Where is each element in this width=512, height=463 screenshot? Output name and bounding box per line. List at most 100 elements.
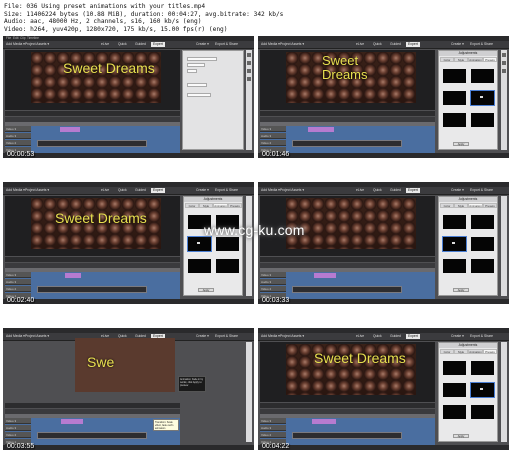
video-clip[interactable] (292, 140, 402, 147)
add-media-button[interactable]: Add Media ▾ (6, 188, 25, 193)
export-share-button[interactable]: Export & Share (470, 188, 493, 193)
mode-expert[interactable]: Expert (151, 42, 165, 47)
preset-thumbnail[interactable] (443, 405, 466, 419)
mode-guided[interactable]: Guided (388, 188, 403, 193)
add-media-button[interactable]: Add Media ▾ (261, 42, 280, 47)
video-clip[interactable] (292, 286, 402, 293)
preset-thumbnail[interactable] (443, 259, 466, 273)
tool-icon[interactable] (502, 53, 506, 57)
tool-icon[interactable] (502, 61, 506, 65)
mode-elive[interactable]: eLive (99, 42, 111, 47)
create-button[interactable]: Create ▾ (196, 188, 209, 193)
preset-thumbnail[interactable] (471, 259, 494, 273)
preset-thumbnail[interactable] (471, 361, 494, 375)
mode-quick[interactable]: Quick (116, 188, 129, 193)
mode-quick[interactable]: Quick (371, 334, 384, 339)
tab-presets[interactable]: Presets (483, 203, 497, 208)
export-share-button[interactable]: Export & Share (215, 188, 238, 193)
video-clip[interactable] (37, 286, 147, 293)
project-assets-button[interactable]: Project Assets ▾ (25, 334, 49, 339)
add-media-button[interactable]: Add Media ▾ (6, 334, 25, 339)
tab-color[interactable]: Color (185, 203, 199, 208)
mode-guided[interactable]: Guided (133, 188, 148, 193)
project-assets-button[interactable]: Project Assets ▾ (280, 334, 304, 339)
mode-elive[interactable]: eLive (354, 334, 366, 339)
add-media-button[interactable]: Add Media ▾ (261, 188, 280, 193)
preset-thumbnail[interactable] (443, 113, 466, 127)
mode-elive[interactable]: eLive (99, 188, 111, 193)
preset-thumbnail[interactable] (443, 91, 466, 105)
video-clip[interactable] (37, 140, 147, 147)
preset-thumbnail[interactable] (443, 361, 466, 375)
apply-button[interactable]: Apply (198, 288, 214, 292)
tool-icon[interactable] (247, 53, 251, 57)
apply-button[interactable]: Apply (453, 288, 469, 292)
mode-expert[interactable]: Expert (151, 188, 165, 193)
leading-field[interactable] (187, 93, 211, 97)
mode-expert[interactable]: Expert (406, 42, 420, 47)
preset-thumbnail[interactable] (471, 405, 494, 419)
preset-thumbnail[interactable] (470, 382, 495, 398)
preset-thumbnail[interactable] (443, 69, 466, 83)
tab-animation[interactable]: Animation (468, 57, 483, 62)
preset-thumbnail[interactable] (188, 259, 211, 273)
preset-thumbnail[interactable] (442, 236, 467, 252)
preset-thumbnail[interactable] (443, 215, 466, 229)
create-button[interactable]: Create ▾ (451, 188, 464, 193)
mode-quick[interactable]: Quick (371, 188, 384, 193)
project-assets-button[interactable]: Project Assets ▾ (25, 188, 49, 193)
preset-thumbnail[interactable] (471, 215, 494, 229)
mode-quick[interactable]: Quick (116, 42, 129, 47)
export-share-button[interactable]: Export & Share (215, 334, 238, 339)
title-clip[interactable] (60, 127, 80, 132)
preset-thumbnail[interactable] (216, 259, 239, 273)
transport-controls[interactable] (260, 403, 435, 408)
preset-thumbnail[interactable] (443, 383, 466, 397)
project-assets-button[interactable]: Project Assets ▾ (280, 42, 304, 47)
font-field[interactable] (187, 57, 217, 61)
create-button[interactable]: Create ▾ (196, 42, 209, 47)
add-media-button[interactable]: Add Media ▾ (6, 42, 25, 47)
tab-animation[interactable]: Animation (213, 203, 228, 208)
tab-presets[interactable]: Presets (483, 349, 497, 354)
export-share-button[interactable]: Export & Share (215, 42, 238, 47)
tab-color[interactable]: Color (440, 57, 454, 62)
title-clip[interactable] (61, 419, 83, 424)
mode-elive[interactable]: eLive (354, 42, 366, 47)
tab-color[interactable]: Color (440, 203, 454, 208)
create-button[interactable]: Create ▾ (451, 42, 464, 47)
preset-thumbnail[interactable] (471, 237, 494, 251)
title-clip[interactable] (314, 273, 336, 278)
mode-expert[interactable]: Expert (406, 334, 420, 339)
transport-controls[interactable] (5, 403, 180, 408)
video-clip[interactable] (37, 432, 147, 439)
tab-style[interactable]: Style (454, 349, 468, 354)
tab-animation[interactable]: Animation (468, 349, 483, 354)
mode-guided[interactable]: Guided (388, 334, 403, 339)
tab-presets[interactable]: Presets (228, 203, 242, 208)
export-share-button[interactable]: Export & Share (470, 334, 493, 339)
alignment-field[interactable] (187, 83, 207, 87)
tab-presets[interactable]: Presets (483, 57, 497, 62)
tab-animation[interactable]: Animation (468, 203, 483, 208)
title-clip[interactable] (65, 273, 81, 278)
preset-thumbnail[interactable] (216, 237, 239, 251)
size-field[interactable] (187, 69, 197, 73)
apply-button[interactable]: Apply (453, 434, 469, 438)
create-button[interactable]: Create ▾ (451, 334, 464, 339)
mode-guided[interactable]: Guided (133, 42, 148, 47)
tab-style[interactable]: Style (454, 57, 468, 62)
create-button[interactable]: Create ▾ (196, 334, 209, 339)
tool-icon[interactable] (247, 69, 251, 73)
transport-controls[interactable] (5, 257, 180, 262)
tab-color[interactable]: Color (440, 349, 454, 354)
title-clip[interactable] (308, 127, 334, 132)
add-media-button[interactable]: Add Media ▾ (261, 334, 280, 339)
style-field[interactable] (187, 63, 205, 67)
tab-style[interactable]: Style (454, 203, 468, 208)
apply-button[interactable]: Apply (453, 142, 469, 146)
tool-icon[interactable] (502, 69, 506, 73)
preset-thumbnail[interactable] (471, 113, 494, 127)
mode-quick[interactable]: Quick (371, 42, 384, 47)
project-assets-button[interactable]: Project Assets ▾ (280, 188, 304, 193)
